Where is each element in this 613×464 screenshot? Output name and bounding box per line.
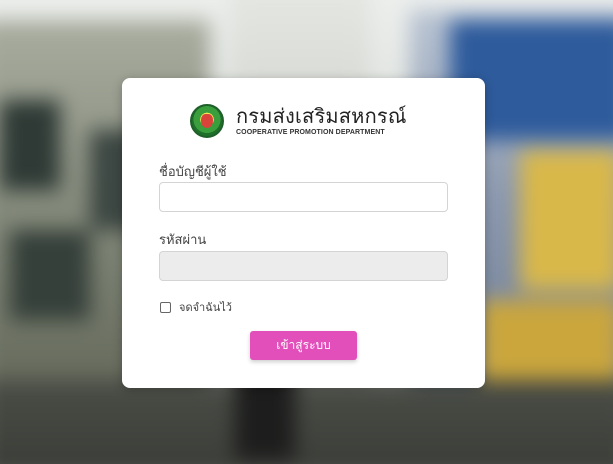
username-label: ชื่อบัญชีผู้ใช้ bbox=[159, 165, 227, 180]
brand-title: กรมส่งเสริมสหกรณ์ bbox=[236, 104, 407, 128]
username-input[interactable] bbox=[159, 182, 448, 212]
remember-me-checkbox[interactable] bbox=[160, 301, 171, 313]
password-input[interactable] bbox=[159, 251, 448, 281]
login-card: กรมส่งเสริมสหกรณ์ COOPERATIVE PROMOTION … bbox=[122, 78, 485, 388]
cooperative-department-seal-icon bbox=[190, 104, 224, 138]
login-page: กรมส่งเสริมสหกรณ์ COOPERATIVE PROMOTION … bbox=[0, 0, 613, 464]
login-button[interactable]: เข้าสู่ระบบ bbox=[250, 331, 357, 360]
remember-me-label: จดจำฉันไว้ bbox=[179, 301, 232, 314]
brand-header: กรมส่งเสริมสหกรณ์ COOPERATIVE PROMOTION … bbox=[190, 104, 407, 138]
brand-subtitle: COOPERATIVE PROMOTION DEPARTMENT bbox=[236, 129, 385, 136]
password-label: รหัสผ่าน bbox=[159, 233, 207, 248]
remember-me-row[interactable]: จดจำฉันไว้ bbox=[160, 298, 232, 316]
